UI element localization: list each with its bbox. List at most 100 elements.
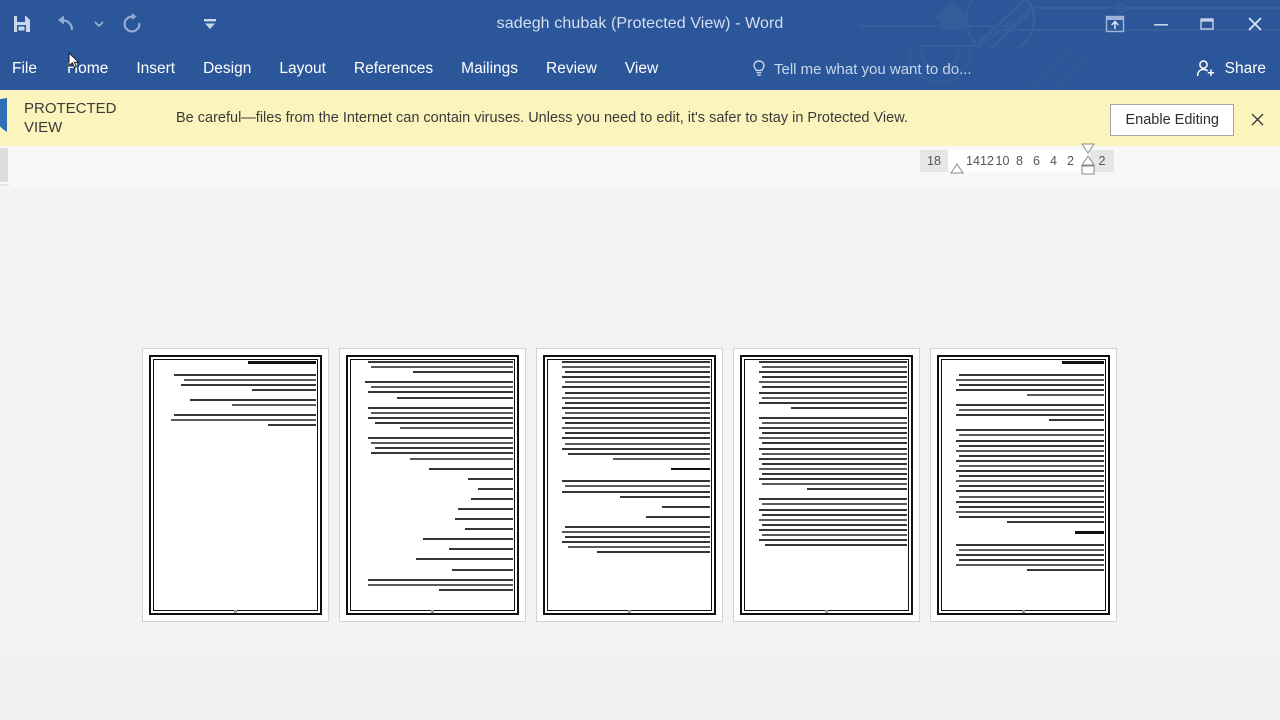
text-line	[568, 546, 710, 549]
ribbon-display-options-button[interactable]	[1092, 0, 1138, 48]
text-line	[758, 371, 907, 374]
restore-icon	[1200, 18, 1214, 30]
text-line	[762, 513, 907, 516]
share-person-icon	[1196, 60, 1214, 77]
ruler-tick-1: 14	[966, 154, 980, 168]
text-line	[959, 465, 1104, 467]
text-line	[183, 378, 316, 381]
text-line	[955, 480, 1104, 483]
undo-button[interactable]	[44, 2, 88, 46]
share-label: Share	[1224, 60, 1266, 77]
text-line	[955, 470, 1104, 473]
enable-editing-button[interactable]: Enable Editing	[1110, 104, 1234, 136]
text-line	[561, 386, 710, 389]
tab-review[interactable]: Review	[532, 48, 611, 90]
text-line	[364, 381, 513, 384]
text-line	[758, 478, 907, 481]
text-line	[429, 467, 513, 470]
text-line	[171, 419, 316, 422]
page-thumbnail-5[interactable]	[930, 348, 1117, 622]
text-line	[762, 503, 907, 506]
text-line	[762, 452, 907, 455]
tab-mailings[interactable]: Mailings	[447, 48, 532, 90]
window-controls[interactable]	[1092, 0, 1280, 48]
text-line	[267, 424, 316, 427]
text-line	[762, 386, 907, 389]
close-icon	[1248, 17, 1262, 31]
text-line	[458, 507, 513, 510]
text-line	[807, 488, 907, 491]
paragraph-heading-line	[1062, 361, 1104, 364]
shield-icon	[0, 98, 7, 132]
text-line	[758, 467, 907, 470]
text-line	[190, 398, 316, 401]
text-line	[955, 439, 1104, 442]
text-line	[371, 442, 513, 445]
page-thumbnails[interactable]	[0, 348, 1280, 626]
tab-view[interactable]: View	[611, 48, 672, 90]
protected-view-badge: PROTECTED VIEW	[24, 90, 174, 146]
tab-home[interactable]: Home	[53, 48, 122, 90]
close-button[interactable]	[1230, 0, 1280, 48]
text-line	[758, 361, 907, 363]
save-button[interactable]	[0, 2, 44, 46]
text-line	[758, 518, 907, 521]
tab-file[interactable]: File	[0, 48, 53, 90]
restore-button[interactable]	[1184, 0, 1230, 48]
text-line	[371, 452, 513, 455]
share-button[interactable]: Share	[1195, 48, 1266, 90]
text-line	[368, 583, 513, 586]
tell-me-search[interactable]: Tell me what you want to do...	[752, 48, 972, 90]
text-line	[955, 490, 1104, 493]
tab-references[interactable]: References	[340, 48, 447, 90]
right-indent-marker[interactable]	[1080, 143, 1096, 184]
document-canvas[interactable]	[0, 188, 1280, 720]
tab-layout[interactable]: Layout	[265, 48, 340, 90]
text-line	[1026, 569, 1104, 572]
mouse-cursor	[68, 52, 80, 69]
text-line	[791, 406, 907, 409]
text-line	[758, 508, 907, 511]
tab-design[interactable]: Design	[189, 48, 265, 90]
text-line	[561, 406, 710, 409]
page-number	[931, 610, 1116, 613]
customize-quick-access-toolbar-button[interactable]	[188, 2, 232, 46]
text-line	[448, 548, 513, 551]
left-indent-marker[interactable]	[950, 161, 964, 179]
text-line	[762, 523, 907, 526]
undo-dropdown-button[interactable]	[88, 2, 110, 46]
text-line	[762, 396, 907, 399]
redo-button[interactable]	[110, 2, 154, 46]
page-number	[734, 610, 919, 613]
quick-access-toolbar[interactable]	[0, 0, 232, 48]
tab-insert[interactable]: Insert	[122, 48, 189, 90]
undo-icon	[58, 15, 74, 31]
page-thumbnail-4[interactable]	[733, 348, 920, 622]
tell-me-placeholder: Tell me what you want to do...	[774, 60, 972, 78]
text-line	[565, 391, 710, 394]
text-line	[413, 371, 513, 374]
text-line	[561, 490, 710, 493]
page-text-content	[549, 361, 710, 603]
ribbon-tabs[interactable]: File Home Insert Design Layout Reference…	[0, 48, 672, 90]
page-thumbnail-1[interactable]	[142, 348, 329, 622]
minimize-button[interactable]	[1138, 0, 1184, 48]
page-thumbnail-3[interactable]	[536, 348, 723, 622]
horizontal-ruler[interactable]: 18 14 12 10 8 6 4 2 2	[920, 143, 1114, 175]
text-line	[661, 505, 710, 508]
text-line	[561, 480, 710, 483]
canvas-lower-area	[0, 655, 1280, 720]
vertical-ruler[interactable]	[0, 148, 8, 182]
text-line	[959, 444, 1104, 447]
text-line	[565, 442, 710, 445]
text-line	[565, 371, 710, 374]
text-line	[180, 383, 316, 386]
page-thumbnail-2[interactable]	[339, 348, 526, 622]
text-line	[758, 391, 907, 394]
dismiss-protected-view-button[interactable]	[1246, 108, 1268, 130]
text-line	[232, 403, 316, 406]
text-line	[568, 452, 710, 455]
text-line	[955, 543, 1104, 546]
